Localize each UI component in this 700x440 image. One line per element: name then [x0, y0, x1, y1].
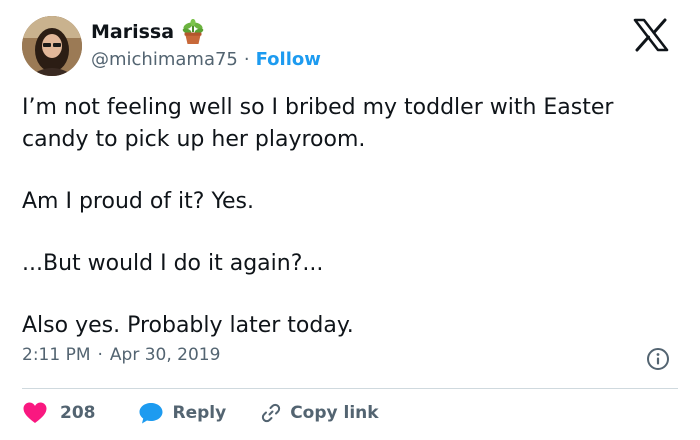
avatar-photo [22, 16, 82, 76]
tweet-paragraph: Also yes. Probably later today. [22, 313, 354, 338]
tweet-time: 2:11 PM [22, 345, 91, 365]
x-logo-icon[interactable] [632, 18, 670, 52]
plant-emoji-icon [182, 18, 204, 45]
tweet-timestamp[interactable]: 2:11 PM · Apr 30, 2019 [22, 345, 220, 365]
timestamp-separator: · [97, 345, 103, 365]
author-handle[interactable]: @michimama75 [91, 49, 238, 70]
tweet-text: I’m not feeling well so I bribed my todd… [22, 92, 682, 372]
tweet-author: Marissa @michimama75 · Follow [91, 18, 321, 70]
reply-button[interactable]: Reply [138, 401, 227, 425]
info-icon[interactable] [646, 347, 670, 371]
link-icon [260, 402, 282, 424]
reply-bubble-icon [138, 401, 164, 425]
tweet-date: Apr 30, 2019 [109, 345, 221, 365]
tweet-paragraph: I’m not feeling well so I bribed my todd… [22, 95, 614, 152]
copy-link-button[interactable]: Copy link [260, 402, 379, 424]
handle-separator: · [243, 49, 250, 70]
tweet-actions: 208 Reply Copy link [22, 399, 379, 427]
tweet-paragraph: ...But would I do it again?... [22, 251, 324, 276]
reply-label: Reply [172, 403, 227, 423]
copy-link-label: Copy link [290, 403, 379, 423]
divider [22, 388, 678, 389]
follow-button[interactable]: Follow [256, 49, 321, 70]
tweet-paragraph: Am I proud of it? Yes. [22, 189, 254, 214]
author-name[interactable]: Marissa [91, 21, 174, 43]
avatar[interactable] [22, 16, 82, 76]
heart-icon [22, 401, 48, 425]
like-count: 208 [60, 403, 96, 423]
like-button[interactable]: 208 [22, 401, 96, 425]
